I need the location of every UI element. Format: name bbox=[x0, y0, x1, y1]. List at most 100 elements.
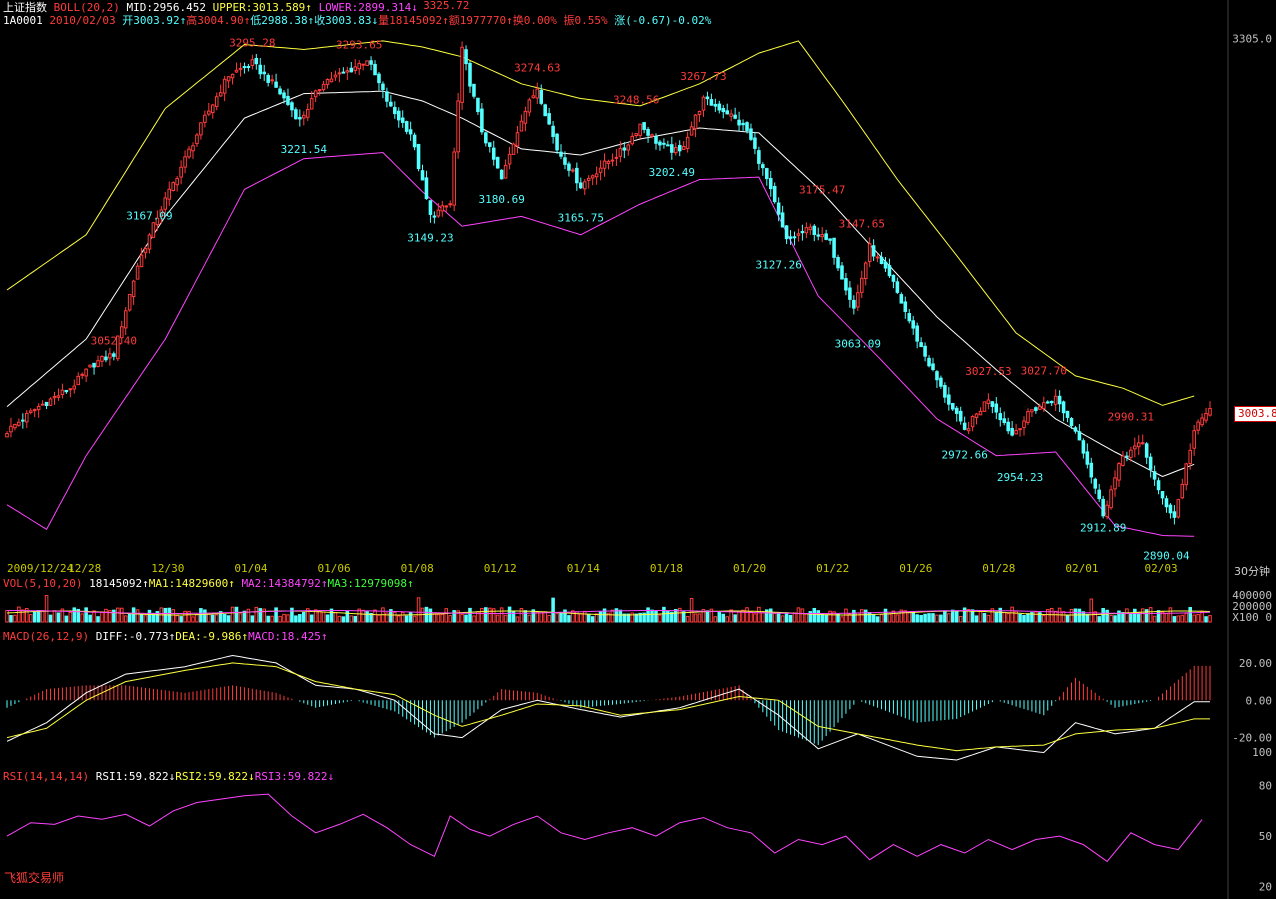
candle-body bbox=[543, 104, 547, 117]
candle-body bbox=[638, 123, 642, 136]
candle-body bbox=[92, 362, 96, 368]
candle-body bbox=[697, 110, 702, 116]
volume-bar bbox=[800, 608, 805, 623]
volume-bar bbox=[943, 610, 947, 623]
candle-body bbox=[796, 233, 801, 236]
volume-bar bbox=[1168, 607, 1173, 623]
date-label: 01/08 bbox=[401, 562, 434, 575]
volume-bar bbox=[408, 611, 413, 623]
candle-body bbox=[670, 144, 674, 153]
candle-body bbox=[377, 73, 381, 84]
price-annotation: 3175.47 bbox=[799, 183, 845, 196]
candle-body bbox=[396, 110, 401, 121]
volume-bar bbox=[452, 610, 456, 623]
candle-body bbox=[420, 170, 425, 181]
candle-body bbox=[325, 79, 330, 85]
volume-bar bbox=[9, 615, 13, 623]
date-label: 02/03 bbox=[1145, 562, 1178, 575]
price-annotation: 2912.89 bbox=[1080, 522, 1126, 535]
candle-body bbox=[353, 66, 358, 71]
volume-bar bbox=[448, 615, 452, 623]
candle-body bbox=[685, 136, 690, 149]
candle-body bbox=[17, 421, 21, 426]
volume-bar bbox=[911, 611, 915, 623]
date-label: 01/12 bbox=[484, 562, 517, 575]
candle-body bbox=[305, 108, 310, 118]
volume-pane bbox=[5, 595, 1212, 623]
quote-turnover: 换0.00% bbox=[512, 14, 557, 27]
candle-body bbox=[369, 60, 373, 65]
candle-body bbox=[1014, 430, 1018, 435]
volume-bar bbox=[871, 614, 876, 623]
volume-bar bbox=[400, 611, 405, 623]
volume-bar bbox=[879, 613, 884, 623]
candle-body bbox=[400, 117, 405, 123]
interval-label[interactable]: 30分钟 bbox=[1234, 565, 1270, 578]
candle-body bbox=[511, 143, 516, 155]
volume-bar bbox=[88, 614, 92, 623]
candle-body bbox=[68, 388, 73, 391]
candle-body bbox=[290, 102, 294, 111]
candle-body bbox=[127, 293, 132, 311]
candle-body bbox=[943, 385, 947, 398]
volume-bar bbox=[143, 615, 148, 623]
candle-body bbox=[56, 395, 61, 398]
volume-bar bbox=[480, 608, 484, 623]
candle-body bbox=[871, 245, 876, 257]
volume-bar bbox=[824, 614, 828, 623]
candle-body bbox=[393, 106, 397, 115]
volume-bar bbox=[404, 615, 409, 623]
candle-body bbox=[112, 353, 116, 357]
candle-body bbox=[123, 310, 128, 329]
candle-body bbox=[919, 342, 923, 348]
candle-body bbox=[1117, 463, 1121, 481]
volume-bar bbox=[254, 606, 259, 623]
candle-body bbox=[468, 62, 472, 87]
candle-body bbox=[373, 63, 377, 76]
volume-bar bbox=[939, 614, 943, 623]
candle-body bbox=[721, 108, 726, 113]
watermark: 飞狐交易师 bbox=[4, 871, 65, 885]
volume-bar bbox=[559, 612, 563, 623]
stock-chart[interactable]: 3052.40 3167.09 3295.28 3221.54 3293.65 3325.… bbox=[0, 0, 1276, 899]
volume-bar bbox=[555, 613, 559, 623]
candle-body bbox=[523, 110, 528, 124]
rsi-pane bbox=[6, 793, 1203, 863]
candle-body bbox=[250, 59, 255, 67]
candle-body bbox=[171, 182, 175, 192]
candle-body bbox=[535, 88, 540, 99]
volume-bar bbox=[816, 610, 821, 623]
price-annotation: 3127.26 bbox=[755, 259, 801, 272]
candle-body bbox=[673, 147, 678, 154]
candle-body bbox=[559, 151, 563, 157]
volume-bar bbox=[784, 612, 789, 623]
candle-body bbox=[891, 274, 896, 282]
volume-bar bbox=[84, 607, 88, 623]
candle-body bbox=[626, 144, 631, 151]
candle-body bbox=[852, 299, 856, 309]
candle-body bbox=[966, 428, 971, 432]
volume-bar bbox=[127, 612, 132, 623]
volume-bar bbox=[1061, 611, 1066, 623]
candle-body bbox=[622, 147, 627, 151]
candle-body bbox=[214, 96, 219, 107]
candle-body bbox=[321, 83, 326, 91]
candle-body bbox=[424, 177, 429, 200]
rsi-line bbox=[6, 793, 1203, 863]
volume-bar bbox=[250, 615, 255, 623]
volume-bar bbox=[13, 614, 17, 623]
candle-body bbox=[1129, 449, 1133, 458]
candle-body bbox=[982, 401, 987, 412]
volume-bar bbox=[958, 615, 963, 623]
volume-bar bbox=[298, 614, 302, 623]
rsi-label: RSI(14,14,14) bbox=[3, 770, 90, 783]
volume-bar bbox=[745, 607, 749, 623]
candle-body bbox=[88, 364, 92, 368]
volume-bar bbox=[495, 614, 500, 623]
volume-bar bbox=[385, 612, 389, 623]
volume-bar bbox=[1026, 613, 1030, 623]
candle-body bbox=[199, 122, 203, 136]
candle-body bbox=[385, 91, 389, 102]
price-candles bbox=[5, 41, 1212, 525]
candle-body bbox=[298, 116, 302, 120]
